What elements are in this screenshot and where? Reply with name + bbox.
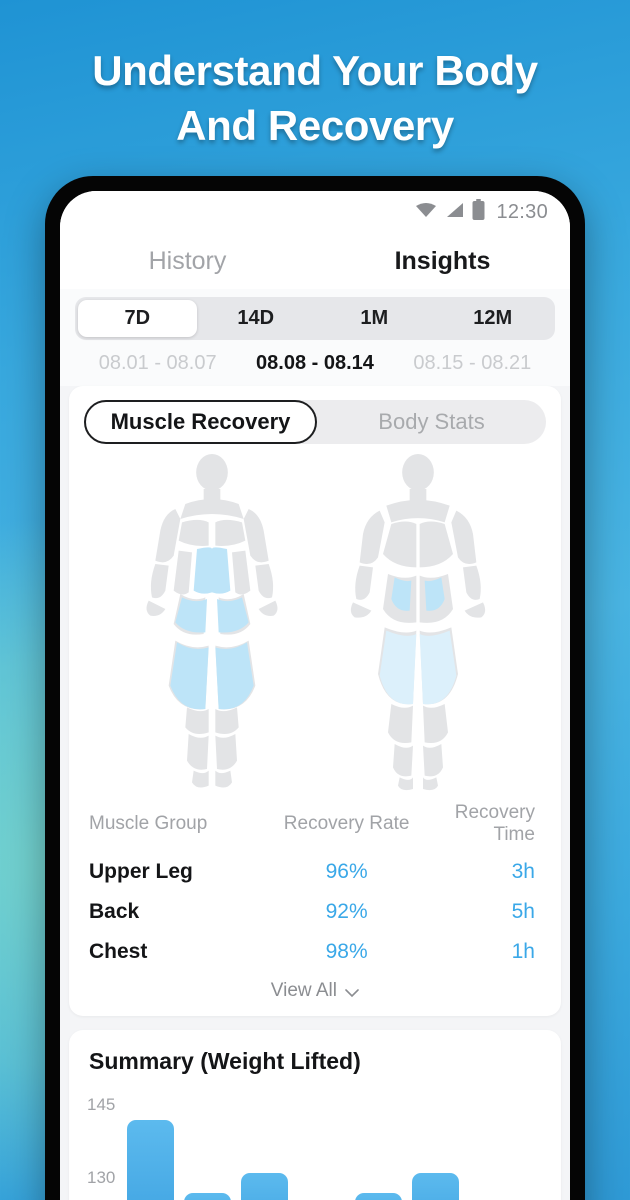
status-bar-clock: 12:30 <box>496 200 548 223</box>
chart-bar[interactable] <box>184 1192 231 1200</box>
phone-frame: 12:30 History Insights 7D 14D 1M 12M 08.… <box>45 176 585 1200</box>
body-back-figure[interactable] <box>318 454 518 794</box>
period-option-7d[interactable]: 7D <box>78 300 197 337</box>
column-header-recovery-time: Recovery Time <box>454 802 535 845</box>
headline-line-2: And Recovery <box>176 101 454 149</box>
table-header-row: Muscle Group Recovery Rate Recovery Time <box>89 802 541 852</box>
cell-recovery-time: 3h <box>511 860 535 883</box>
main-tab-bar: History Insights <box>60 233 570 289</box>
wifi-icon <box>414 201 438 224</box>
period-segmented-control: 7D 14D 1M 12M <box>75 297 555 340</box>
column-header-recovery-rate: Recovery Rate <box>283 813 410 834</box>
date-range-next[interactable]: 08.15 - 08.21 <box>394 352 551 375</box>
signal-icon <box>445 201 465 224</box>
bar-group <box>127 1081 551 1200</box>
view-all-button[interactable]: View All <box>69 972 561 1016</box>
table-row[interactable]: Back 92% 5h <box>89 892 541 932</box>
muscle-recovery-card: Muscle Recovery Body Stats Muscle Group … <box>69 386 561 1016</box>
period-option-14d[interactable]: 14D <box>197 300 316 337</box>
recovery-view-toggle: Muscle Recovery Body Stats <box>84 400 546 444</box>
date-range-current[interactable]: 08.08 - 08.14 <box>236 352 393 375</box>
battery-icon <box>472 198 485 226</box>
tab-insights[interactable]: Insights <box>315 247 570 276</box>
toggle-muscle-recovery[interactable]: Muscle Recovery <box>84 400 317 444</box>
summary-title: Summary (Weight Lifted) <box>89 1048 361 1074</box>
chart-bar[interactable] <box>127 1119 174 1200</box>
summary-card: Summary (Weight Lifted) 145 130 <box>69 1030 561 1200</box>
period-option-12m[interactable]: 12M <box>434 300 553 337</box>
status-bar: 12:30 <box>60 191 570 233</box>
period-selector: 7D 14D 1M 12M 08.01 - 08.07 08.08 - 08.1… <box>60 289 570 386</box>
toggle-body-stats[interactable]: Body Stats <box>317 400 546 444</box>
cell-muscle-group: Back <box>89 900 140 923</box>
table-row[interactable]: Chest 98% 1h <box>89 932 541 972</box>
cell-recovery-rate: 96% <box>325 860 368 883</box>
cell-muscle-group: Upper Leg <box>89 860 193 883</box>
y-axis-tick-130: 130 <box>87 1168 116 1188</box>
column-header-muscle-group: Muscle Group <box>89 813 208 834</box>
period-option-1m[interactable]: 1M <box>315 300 434 337</box>
headline-line-1: Understand Your Body <box>92 47 538 94</box>
cell-muscle-group: Chest <box>89 940 148 963</box>
table-row[interactable]: Upper Leg 96% 3h <box>89 852 541 892</box>
cell-recovery-time: 5h <box>511 900 535 923</box>
cell-recovery-rate: 98% <box>325 940 368 963</box>
chart-bar[interactable] <box>355 1192 402 1200</box>
table-body: Upper Leg 96% 3h Back 92% 5h Chest 98% 1… <box>89 852 541 972</box>
tab-history[interactable]: History <box>60 247 315 276</box>
date-range-previous[interactable]: 08.01 - 08.07 <box>79 352 236 375</box>
chevron-down-icon <box>345 989 360 998</box>
weight-lifted-bar-chart: 145 130 <box>69 1081 561 1200</box>
cell-recovery-rate: 92% <box>325 900 368 923</box>
view-all-label: View All <box>270 980 337 1001</box>
chart-bar[interactable] <box>241 1173 288 1200</box>
cell-recovery-time: 1h <box>511 940 535 963</box>
body-front-figure[interactable] <box>112 454 312 794</box>
recovery-table: Muscle Group Recovery Rate Recovery Time… <box>69 798 561 972</box>
body-diagram <box>69 444 561 798</box>
date-range-carousel: 08.01 - 08.07 08.08 - 08.14 08.15 - 08.2… <box>75 340 555 386</box>
phone-screen: 12:30 History Insights 7D 14D 1M 12M 08.… <box>60 191 570 1200</box>
chart-bar[interactable] <box>412 1173 459 1200</box>
page-headline: Understand Your Body And Recovery <box>0 44 630 153</box>
y-axis-tick-145: 145 <box>87 1095 116 1115</box>
